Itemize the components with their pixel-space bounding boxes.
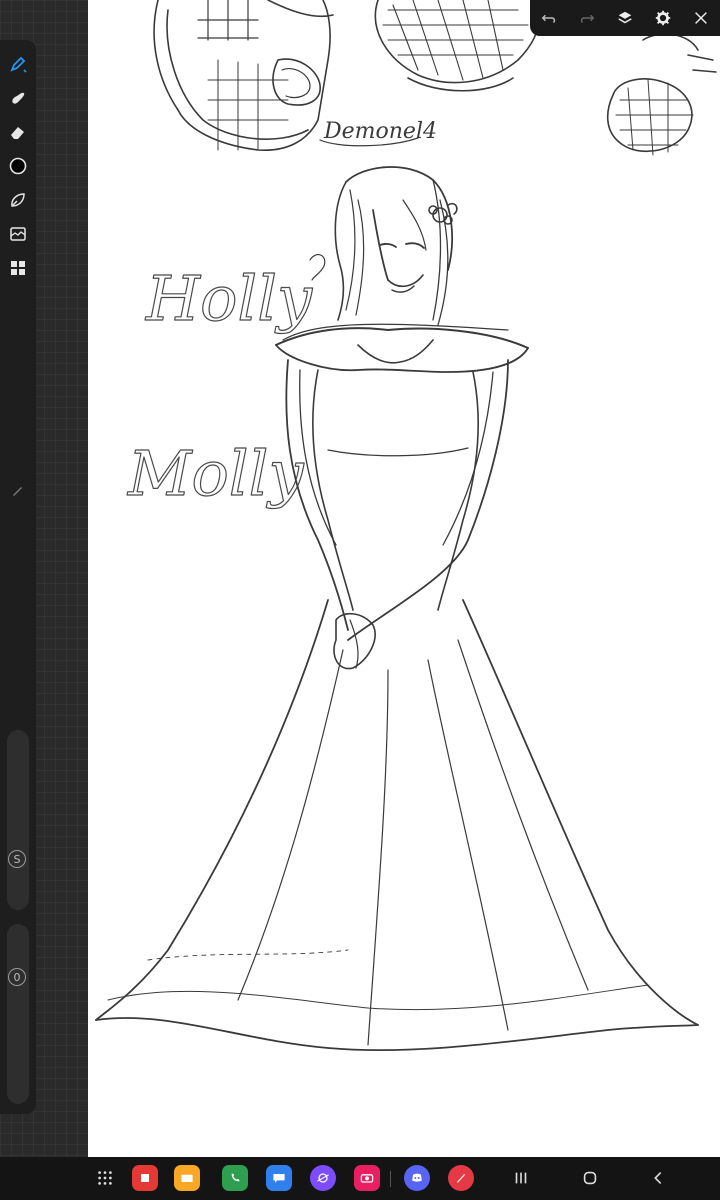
back-button[interactable] [646,1166,670,1190]
drawing-canvas[interactable]: Demonel4 Holly Molly [88,0,720,1157]
size-knob[interactable]: S [8,850,26,868]
sketch-artwork: Demonel4 Holly Molly [95,0,717,1052]
close-button[interactable] [689,6,713,30]
flip-app-icon[interactable] [132,1165,158,1191]
grid-icon [11,261,25,275]
pen-icon [10,56,27,73]
phone-icon [231,1173,240,1182]
layers-button[interactable] [613,6,637,30]
app-grid-icon [98,1171,112,1185]
app-grid-button[interactable] [92,1165,118,1191]
files-app-icon[interactable] [174,1165,200,1191]
browser-app-icon[interactable] [310,1165,336,1191]
close-icon [695,12,707,24]
chat-icon [273,1174,285,1183]
opacity-slider[interactable]: 0 [7,924,29,1104]
camera-app-icon[interactable] [354,1165,380,1191]
folder-icon [181,1174,193,1182]
redo-icon [580,14,595,24]
back-icon [654,1172,662,1184]
note-icon [141,1174,149,1182]
camera-icon [360,1174,374,1183]
taskbar-divider [390,1171,391,1187]
image-adjust-icon [10,227,26,241]
opacity-knob[interactable]: 0 [8,968,26,986]
lasso-tool[interactable] [6,188,30,212]
name-molly-text: Molly [127,437,304,510]
pencil-small-icon [13,487,22,496]
settings-icon [655,10,671,26]
brush-tool[interactable] [6,52,30,76]
layers-icon [618,11,632,24]
system-taskbar [0,1157,720,1200]
recents-icon [515,1172,527,1184]
name-holly-text: Holly [145,262,313,335]
redo-button[interactable] [575,6,599,30]
home-icon [583,1171,597,1185]
sketch-app-icon[interactable] [448,1165,474,1191]
brush-size-slider[interactable]: S [7,730,29,910]
color-tool[interactable] [6,154,30,178]
undo-icon [541,14,556,24]
discord-app-icon[interactable] [404,1165,430,1191]
smudge-tool[interactable] [6,86,30,110]
adjust-tool[interactable] [6,222,30,246]
eyedropper-tool[interactable] [6,478,30,502]
lasso-icon [11,193,25,207]
discord-icon [412,1173,422,1182]
color-circle-icon [9,157,27,175]
recent-apps-button[interactable] [509,1166,533,1190]
brush-icon [457,1174,465,1183]
eraser-icon [11,127,24,139]
gallery-tool[interactable] [6,256,30,280]
signature-text: Demonel4 [323,119,437,144]
smudge-icon [12,92,25,104]
undo-button[interactable] [537,6,561,30]
settings-button[interactable] [651,6,675,30]
eraser-tool[interactable] [6,120,30,144]
messages-app-icon[interactable] [266,1165,292,1191]
home-button[interactable] [578,1166,602,1190]
top-action-bar [530,0,720,36]
phone-app-icon[interactable] [222,1165,248,1191]
tool-panel: S 0 [0,40,36,1114]
planet-icon [317,1173,329,1183]
